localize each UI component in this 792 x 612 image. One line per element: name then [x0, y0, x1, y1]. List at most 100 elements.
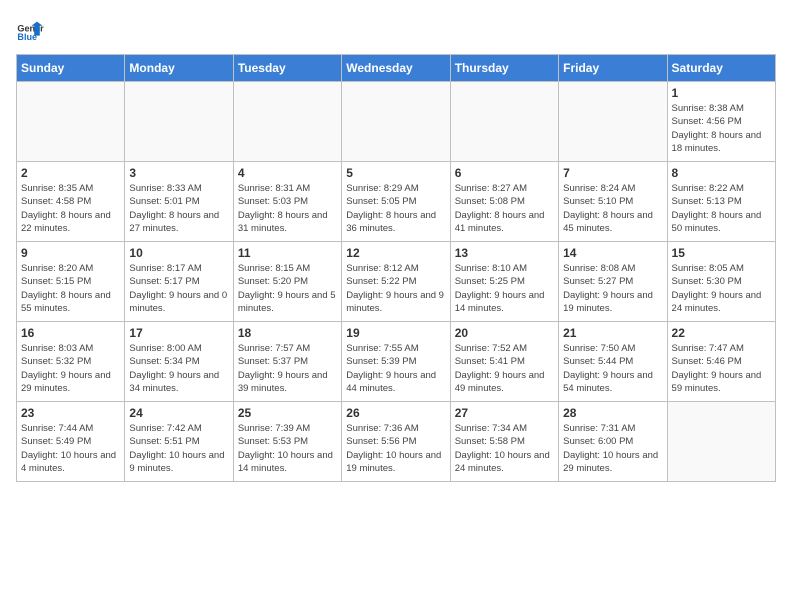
day-cell: 3 Sunrise: 8:33 AM Sunset: 5:01 PM Daylig… — [125, 162, 233, 242]
day-cell — [17, 82, 125, 162]
day-cell — [559, 82, 667, 162]
calendar-header-row: SundayMondayTuesdayWednesdayThursdayFrid… — [17, 55, 776, 82]
day-info: Sunrise: 8:33 AM Sunset: 5:01 PM Dayligh… — [129, 182, 228, 235]
day-info: Sunrise: 8:10 AM Sunset: 5:25 PM Dayligh… — [455, 262, 554, 315]
day-cell: 1 Sunrise: 8:38 AM Sunset: 4:56 PM Daylig… — [667, 82, 775, 162]
col-header-saturday: Saturday — [667, 55, 775, 82]
day-cell: 19 Sunrise: 7:55 AM Sunset: 5:39 PM Dayli… — [342, 322, 450, 402]
day-cell — [342, 82, 450, 162]
logo-icon: General Blue — [16, 16, 44, 44]
day-number: 12 — [346, 246, 445, 260]
day-info: Sunrise: 7:55 AM Sunset: 5:39 PM Dayligh… — [346, 342, 445, 395]
day-info: Sunrise: 7:36 AM Sunset: 5:56 PM Dayligh… — [346, 422, 445, 475]
week-row-4: 23 Sunrise: 7:44 AM Sunset: 5:49 PM Dayli… — [17, 402, 776, 482]
col-header-tuesday: Tuesday — [233, 55, 341, 82]
day-number: 24 — [129, 406, 228, 420]
day-number: 6 — [455, 166, 554, 180]
day-info: Sunrise: 8:00 AM Sunset: 5:34 PM Dayligh… — [129, 342, 228, 395]
day-number: 20 — [455, 326, 554, 340]
day-cell: 21 Sunrise: 7:50 AM Sunset: 5:44 PM Dayli… — [559, 322, 667, 402]
day-number: 27 — [455, 406, 554, 420]
day-cell: 16 Sunrise: 8:03 AM Sunset: 5:32 PM Dayli… — [17, 322, 125, 402]
col-header-monday: Monday — [125, 55, 233, 82]
logo: General Blue — [16, 16, 48, 44]
day-cell: 7Sunrise: 8:24 AM Sunset: 5:10 PM Daylig… — [559, 162, 667, 242]
col-header-wednesday: Wednesday — [342, 55, 450, 82]
day-cell: 15 Sunrise: 8:05 AM Sunset: 5:30 PM Dayli… — [667, 242, 775, 322]
day-cell — [667, 402, 775, 482]
day-info: Sunrise: 8:08 AM Sunset: 5:27 PM Dayligh… — [563, 262, 662, 315]
day-cell: 10 Sunrise: 8:17 AM Sunset: 5:17 PM Dayli… — [125, 242, 233, 322]
week-row-1: 2 Sunrise: 8:35 AM Sunset: 4:58 PM Daylig… — [17, 162, 776, 242]
col-header-sunday: Sunday — [17, 55, 125, 82]
day-info: Sunrise: 7:44 AM Sunset: 5:49 PM Dayligh… — [21, 422, 120, 475]
day-number: 23 — [21, 406, 120, 420]
day-cell: 6 Sunrise: 8:27 AM Sunset: 5:08 PM Daylig… — [450, 162, 558, 242]
day-info: Sunrise: 8:31 AM Sunset: 5:03 PM Dayligh… — [238, 182, 337, 235]
day-cell: 5 Sunrise: 8:29 AM Sunset: 5:05 PM Daylig… — [342, 162, 450, 242]
day-number: 5 — [346, 166, 445, 180]
day-info: Sunrise: 8:17 AM Sunset: 5:17 PM Dayligh… — [129, 262, 228, 315]
day-info: Sunrise: 8:05 AM Sunset: 5:30 PM Dayligh… — [672, 262, 771, 315]
day-number: 22 — [672, 326, 771, 340]
day-cell: 11 Sunrise: 8:15 AM Sunset: 5:20 PM Dayli… — [233, 242, 341, 322]
day-info: Sunrise: 7:31 AM Sunset: 6:00 PM Dayligh… — [563, 422, 662, 475]
day-info: Sunrise: 7:52 AM Sunset: 5:41 PM Dayligh… — [455, 342, 554, 395]
day-number: 11 — [238, 246, 337, 260]
day-info: Sunrise: 8:29 AM Sunset: 5:05 PM Dayligh… — [346, 182, 445, 235]
day-cell: 4 Sunrise: 8:31 AM Sunset: 5:03 PM Daylig… — [233, 162, 341, 242]
day-cell: 2 Sunrise: 8:35 AM Sunset: 4:58 PM Daylig… — [17, 162, 125, 242]
day-number: 18 — [238, 326, 337, 340]
day-info: Sunrise: 7:47 AM Sunset: 5:46 PM Dayligh… — [672, 342, 771, 395]
day-info: Sunrise: 7:34 AM Sunset: 5:58 PM Dayligh… — [455, 422, 554, 475]
day-number: 8 — [672, 166, 771, 180]
svg-text:Blue: Blue — [17, 32, 37, 42]
header: General Blue — [16, 16, 776, 44]
day-cell: 28Sunrise: 7:31 AM Sunset: 6:00 PM Dayli… — [559, 402, 667, 482]
day-number: 3 — [129, 166, 228, 180]
day-info: Sunrise: 7:57 AM Sunset: 5:37 PM Dayligh… — [238, 342, 337, 395]
day-cell — [233, 82, 341, 162]
day-number: 7 — [563, 166, 662, 180]
day-number: 13 — [455, 246, 554, 260]
day-cell — [125, 82, 233, 162]
day-info: Sunrise: 8:15 AM Sunset: 5:20 PM Dayligh… — [238, 262, 337, 315]
day-number: 17 — [129, 326, 228, 340]
day-info: Sunrise: 7:39 AM Sunset: 5:53 PM Dayligh… — [238, 422, 337, 475]
col-header-friday: Friday — [559, 55, 667, 82]
day-number: 25 — [238, 406, 337, 420]
day-number: 19 — [346, 326, 445, 340]
day-cell: 8 Sunrise: 8:22 AM Sunset: 5:13 PM Daylig… — [667, 162, 775, 242]
day-info: Sunrise: 8:20 AM Sunset: 5:15 PM Dayligh… — [21, 262, 120, 315]
day-number: 14 — [563, 246, 662, 260]
calendar: SundayMondayTuesdayWednesdayThursdayFrid… — [16, 54, 776, 482]
day-cell: 17 Sunrise: 8:00 AM Sunset: 5:34 PM Dayli… — [125, 322, 233, 402]
day-cell: 20 Sunrise: 7:52 AM Sunset: 5:41 PM Dayli… — [450, 322, 558, 402]
day-cell: 24 Sunrise: 7:42 AM Sunset: 5:51 PM Dayli… — [125, 402, 233, 482]
day-cell: 25 Sunrise: 7:39 AM Sunset: 5:53 PM Dayli… — [233, 402, 341, 482]
day-info: Sunrise: 8:38 AM Sunset: 4:56 PM Dayligh… — [672, 102, 771, 155]
day-cell: 23 Sunrise: 7:44 AM Sunset: 5:49 PM Dayli… — [17, 402, 125, 482]
day-number: 16 — [21, 326, 120, 340]
day-cell: 14 Sunrise: 8:08 AM Sunset: 5:27 PM Dayli… — [559, 242, 667, 322]
day-number: 4 — [238, 166, 337, 180]
week-row-3: 16 Sunrise: 8:03 AM Sunset: 5:32 PM Dayli… — [17, 322, 776, 402]
day-number: 10 — [129, 246, 228, 260]
day-number: 1 — [672, 86, 771, 100]
day-number: 21 — [563, 326, 662, 340]
day-info: Sunrise: 8:22 AM Sunset: 5:13 PM Dayligh… — [672, 182, 771, 235]
day-number: 2 — [21, 166, 120, 180]
day-cell: 27 Sunrise: 7:34 AM Sunset: 5:58 PM Dayli… — [450, 402, 558, 482]
day-number: 15 — [672, 246, 771, 260]
day-info: Sunrise: 8:27 AM Sunset: 5:08 PM Dayligh… — [455, 182, 554, 235]
day-cell — [450, 82, 558, 162]
day-info: Sunrise: 7:42 AM Sunset: 5:51 PM Dayligh… — [129, 422, 228, 475]
day-number: 26 — [346, 406, 445, 420]
day-number: 9 — [21, 246, 120, 260]
day-cell: 13 Sunrise: 8:10 AM Sunset: 5:25 PM Dayli… — [450, 242, 558, 322]
day-info: Sunrise: 8:03 AM Sunset: 5:32 PM Dayligh… — [21, 342, 120, 395]
day-cell: 26 Sunrise: 7:36 AM Sunset: 5:56 PM Dayli… — [342, 402, 450, 482]
day-info: Sunrise: 8:35 AM Sunset: 4:58 PM Dayligh… — [21, 182, 120, 235]
col-header-thursday: Thursday — [450, 55, 558, 82]
day-info: Sunrise: 7:50 AM Sunset: 5:44 PM Dayligh… — [563, 342, 662, 395]
